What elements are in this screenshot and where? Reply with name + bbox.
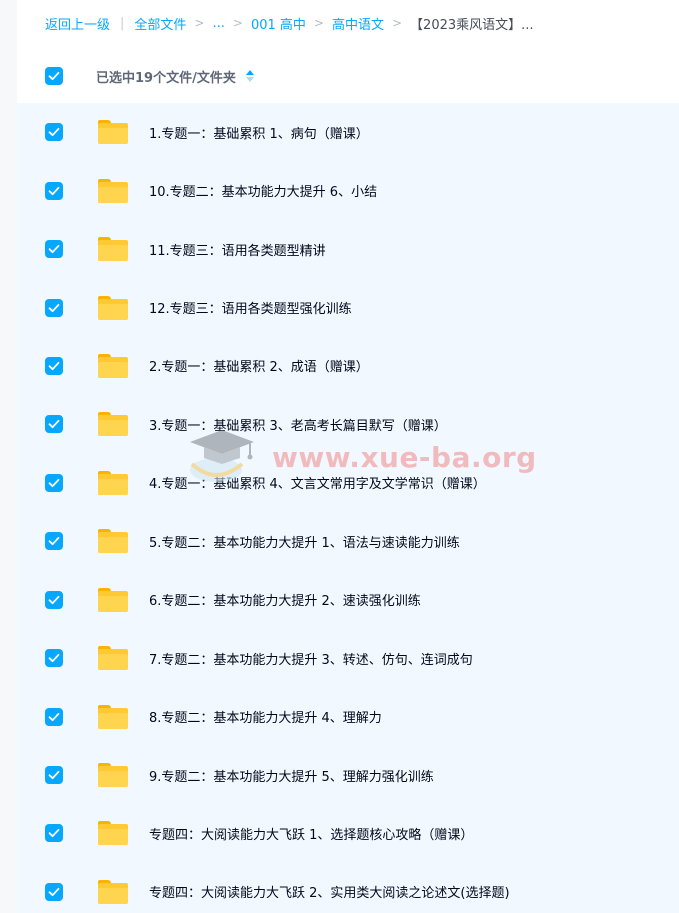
folder-icon [98, 587, 128, 612]
chevron-right-icon: > [391, 16, 403, 30]
selection-header: 已选中19个文件/文件夹 [17, 56, 679, 96]
file-name[interactable]: 10.专题二：基本功能力大提升 6、小结 [149, 181, 377, 200]
file-name[interactable]: 专题四：大阅读能力大飞跃 2、实用类大阅读之论述文(选择题) [149, 882, 510, 901]
file-name[interactable]: 2.专题一：基础累积 2、成语（赠课） [149, 356, 369, 375]
folder-icon [98, 529, 128, 554]
row-checkbox[interactable] [45, 298, 63, 317]
checkmark-icon [48, 244, 60, 254]
checkmark-icon [48, 712, 60, 721]
checkmark-icon [48, 595, 60, 604]
selection-count-label: 已选中19个文件/文件夹 [96, 70, 236, 86]
file-name[interactable]: 5.专题二：基本功能力大提升 1、语法与速读能力训练 [149, 532, 460, 551]
row-checkbox[interactable] [45, 473, 63, 492]
left-gutter [0, 0, 17, 913]
row-checkbox[interactable] [45, 415, 63, 434]
row-checkbox[interactable] [45, 707, 63, 726]
row-checkbox[interactable] [45, 123, 63, 142]
file-row[interactable]: 专题四：大阅读能力大飞跃 2、实用类大阅读之论述文(选择题) [17, 863, 679, 913]
file-row[interactable]: 12.专题三：语用各类题型强化训练 [17, 278, 679, 336]
row-checkbox[interactable] [45, 649, 63, 668]
checkmark-icon [48, 128, 60, 137]
breadcrumb: 返回上一级 | 全部文件 > ... > 001 高中 > 高中语文 > 【20… [45, 12, 534, 34]
checkmark-icon [48, 887, 60, 897]
row-checkbox[interactable] [45, 356, 63, 375]
file-row[interactable]: 6.专题二：基本功能力大提升 2、速读强化训练 [17, 571, 679, 629]
file-row[interactable]: 9.专题二：基本功能力大提升 5、理解力强化训练 [17, 746, 679, 804]
select-all-checkbox[interactable] [45, 67, 63, 85]
row-checkbox[interactable] [45, 882, 63, 901]
file-row[interactable]: 7.专题二：基本功能力大提升 3、转述、仿句、连词成句 [17, 629, 679, 687]
file-row[interactable]: 4.专题一：基础累积 4、文言文常用字及文学常识（赠课） [17, 454, 679, 512]
checkmark-icon [48, 654, 60, 663]
file-name[interactable]: 7.专题二：基本功能力大提升 3、转述、仿句、连词成句 [149, 649, 473, 668]
checkmark-icon [48, 186, 60, 195]
file-browser: 返回上一级 | 全部文件 > ... > 001 高中 > 高中语文 > 【20… [0, 0, 679, 913]
file-name[interactable]: 4.专题一：基础累积 4、文言文常用字及文学常识（赠课） [149, 473, 486, 492]
folder-icon [98, 704, 128, 729]
folder-icon [98, 120, 128, 145]
row-checkbox[interactable] [45, 824, 63, 843]
file-row[interactable]: 5.专题二：基本功能力大提升 1、语法与速读能力训练 [17, 512, 679, 570]
folder-icon [98, 353, 128, 378]
file-row[interactable]: 10.专题二：基本功能力大提升 6、小结 [17, 161, 679, 219]
folder-icon [98, 178, 128, 203]
back-link[interactable]: 返回上一级 [45, 14, 110, 33]
breadcrumb-all-files[interactable]: 全部文件 [134, 14, 186, 33]
folder-icon [98, 470, 128, 495]
file-name[interactable]: 1.专题一：基础累积 1、病句（赠课） [149, 123, 369, 142]
row-checkbox[interactable] [45, 181, 63, 200]
checkmark-icon [48, 478, 60, 487]
checkmark-icon [48, 537, 60, 546]
folder-icon [98, 879, 128, 904]
breadcrumb-crumb1[interactable]: 001 高中 [251, 14, 306, 33]
row-checkbox[interactable] [45, 240, 63, 259]
breadcrumb-ellipsis[interactable]: ... [212, 16, 224, 31]
file-name[interactable]: 8.专题二：基本功能力大提升 4、理解力 [149, 707, 382, 726]
folder-icon [98, 763, 128, 788]
file-name[interactable]: 6.专题二：基本功能力大提升 2、速读强化训练 [149, 590, 421, 609]
file-list: 1.专题一：基础累积 1、病句（赠课） 10.专题二：基本功能力大提升 6、小结… [17, 103, 679, 913]
row-checkbox[interactable] [45, 532, 63, 551]
folder-icon [98, 412, 128, 437]
checkmark-icon [48, 829, 60, 838]
file-row[interactable]: 2.专题一：基础累积 2、成语（赠课） [17, 337, 679, 395]
sort-icon[interactable] [245, 70, 254, 82]
row-checkbox[interactable] [45, 590, 63, 609]
file-name[interactable]: 3.专题一：基础累积 3、老高考长篇目默写（赠课） [149, 415, 447, 434]
file-name[interactable]: 专题四：大阅读能力大飞跃 1、选择题核心攻略（赠课） [149, 824, 473, 843]
breadcrumb-divider: | [120, 15, 125, 31]
row-checkbox[interactable] [45, 766, 63, 785]
checkmark-icon [48, 71, 60, 81]
chevron-right-icon: > [232, 16, 243, 30]
folder-icon [98, 821, 128, 846]
chevron-right-icon: > [313, 16, 324, 30]
file-name[interactable]: 12.专题三：语用各类题型强化训练 [149, 298, 352, 317]
checkmark-icon [48, 361, 60, 371]
folder-icon [98, 646, 128, 671]
checkmark-icon [48, 303, 60, 312]
file-row[interactable]: 1.专题一：基础累积 1、病句（赠课） [17, 103, 679, 161]
checkmark-icon [48, 420, 60, 429]
file-name[interactable]: 9.专题二：基本功能力大提升 5、理解力强化训练 [149, 766, 434, 785]
folder-icon [98, 295, 128, 320]
breadcrumb-crumb2[interactable]: 高中语文 [332, 14, 384, 33]
file-row[interactable]: 11.专题三：语用各类题型精讲 [17, 220, 679, 278]
file-row[interactable]: 8.专题二：基本功能力大提升 4、理解力 [17, 687, 679, 745]
folder-icon [98, 237, 128, 262]
breadcrumb-current: 【2023乘风语文】... [410, 17, 534, 33]
file-row[interactable]: 3.专题一：基础累积 3、老高考长篇目默写（赠课） [17, 395, 679, 453]
file-name[interactable]: 11.专题三：语用各类题型精讲 [149, 240, 326, 259]
checkmark-icon [48, 770, 60, 780]
file-row[interactable]: 专题四：大阅读能力大飞跃 1、选择题核心攻略（赠课） [17, 804, 679, 862]
chevron-right-icon: > [194, 16, 205, 30]
